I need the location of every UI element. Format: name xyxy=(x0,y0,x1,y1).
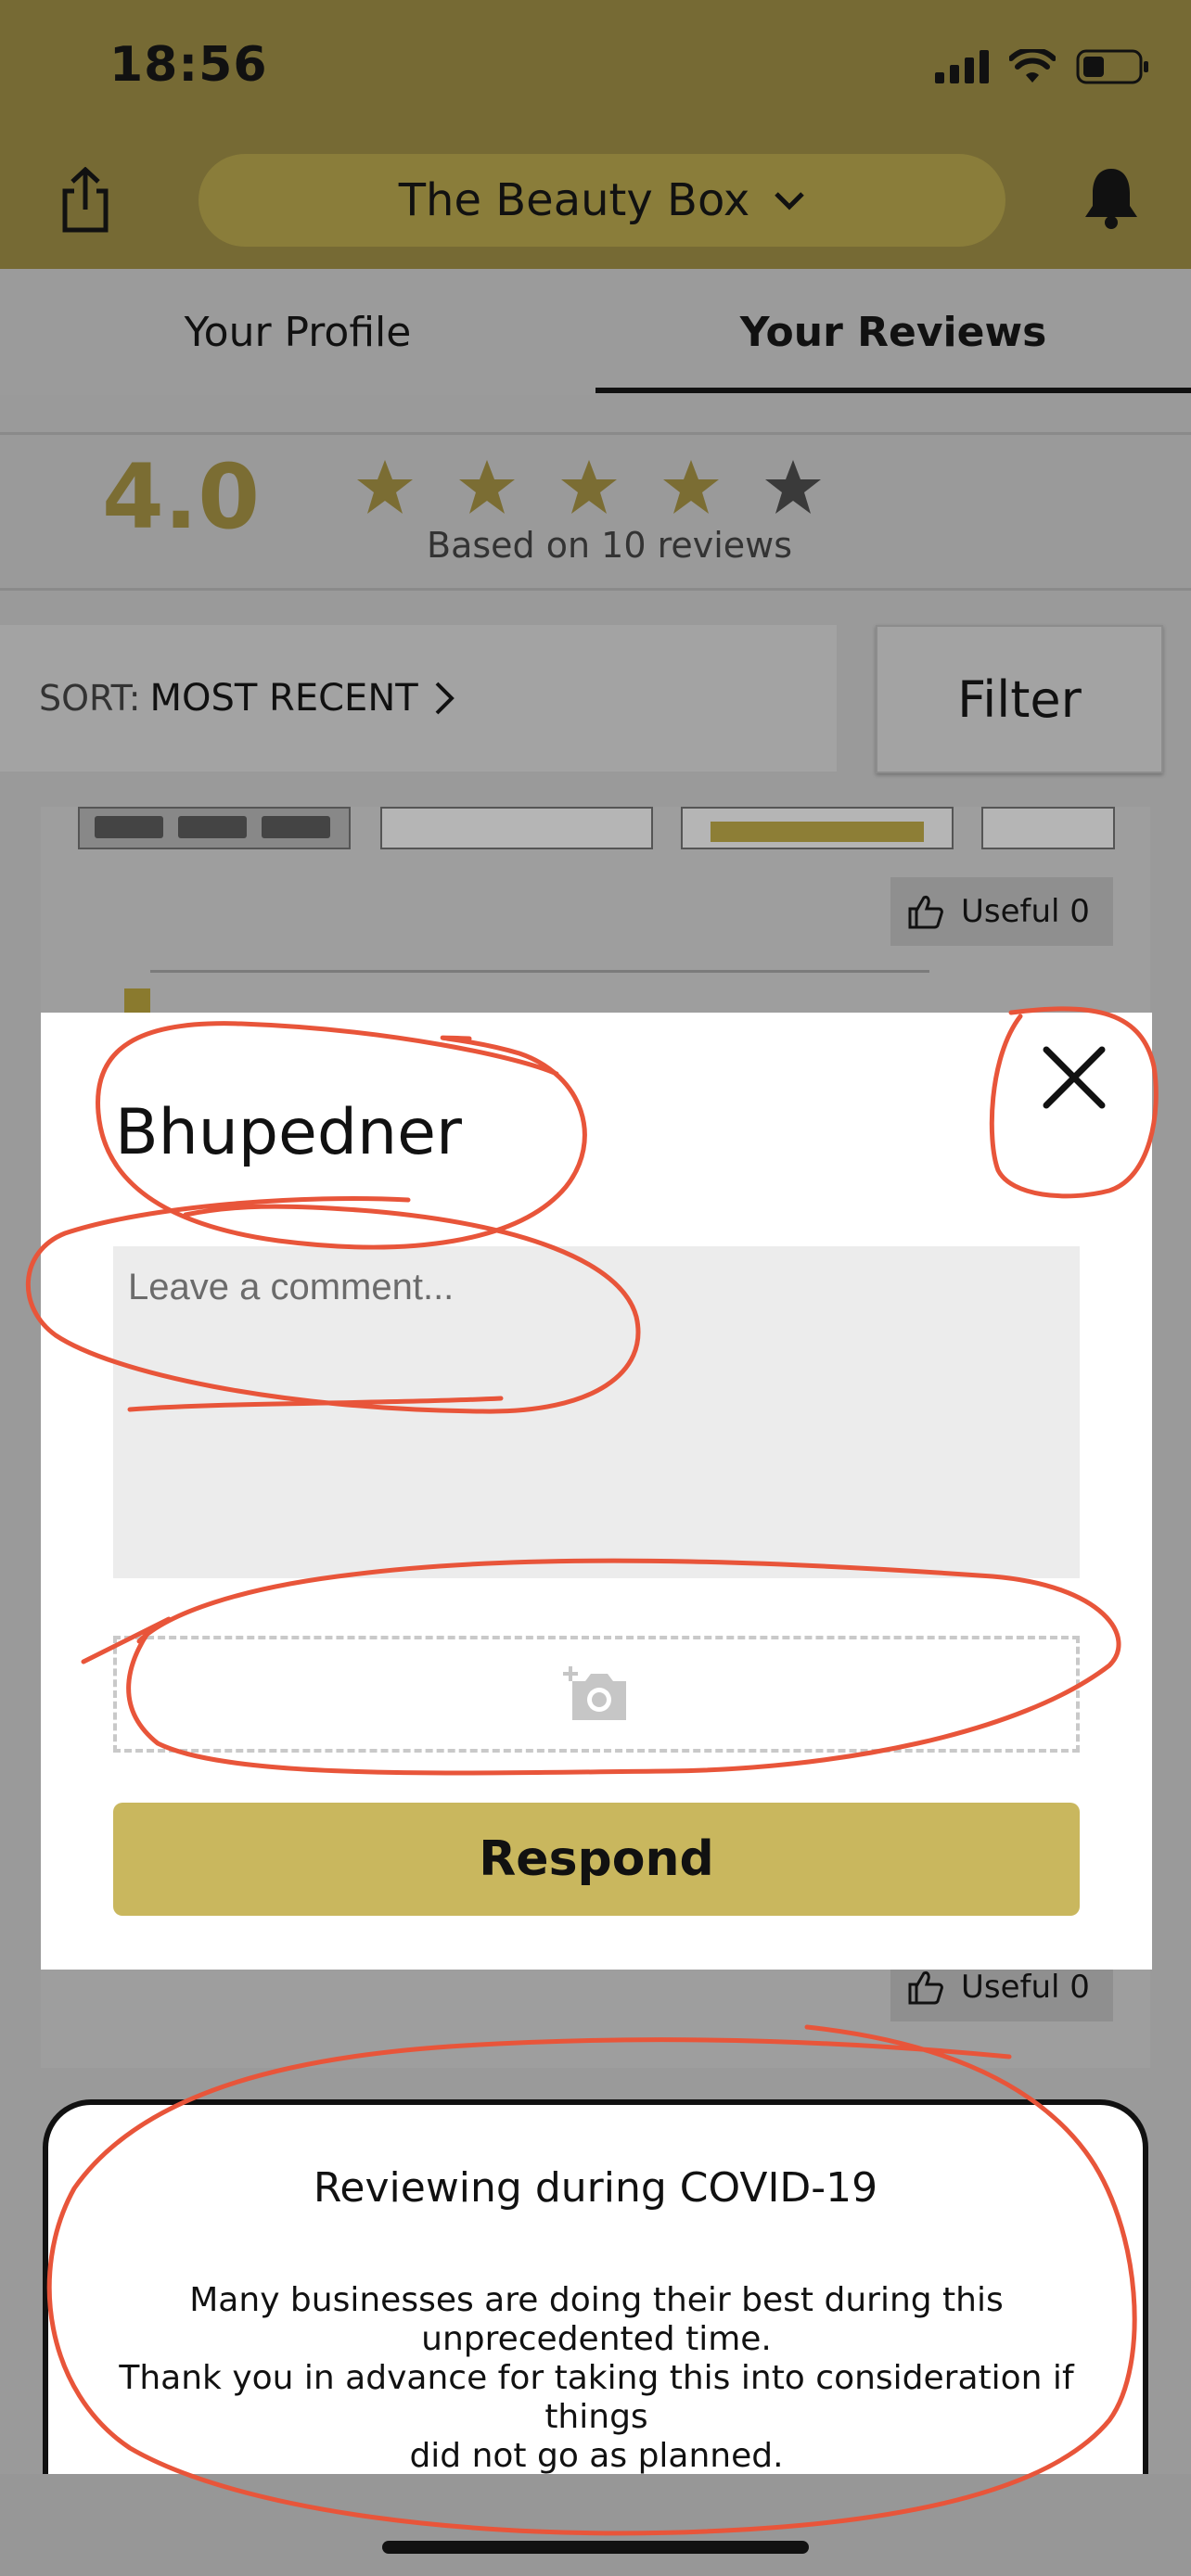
review-photo-thumbnail[interactable] xyxy=(78,807,351,849)
wifi-icon xyxy=(1009,49,1056,83)
respond-button[interactable]: Respond xyxy=(113,1803,1080,1916)
tab-bar: Your Profile Your Reviews xyxy=(0,269,1191,395)
useful-button[interactable]: Useful 0 xyxy=(890,877,1113,946)
divider xyxy=(0,588,1191,591)
thumbs-up-icon xyxy=(908,896,943,929)
covid-info-banner: Reviewing during COVID-19 Many businesse… xyxy=(43,2099,1148,2476)
respond-modal: Bhupedner Respond xyxy=(41,1013,1152,1970)
tab-your-profile[interactable]: Your Profile xyxy=(0,269,596,395)
useful-count: Useful 0 xyxy=(961,893,1090,930)
rating-basis: Based on 10 reviews xyxy=(427,525,793,566)
reviewer-name: Bhupedner xyxy=(115,1096,462,1169)
status-icons xyxy=(935,46,1150,87)
sort-value: MOST RECENT xyxy=(149,677,418,720)
chevron-right-icon xyxy=(435,682,455,715)
thumbs-up-icon xyxy=(908,1971,943,2005)
tab-your-reviews[interactable]: Your Reviews xyxy=(596,269,1191,395)
star-icon xyxy=(357,460,413,514)
banner-title: Reviewing during COVID-19 xyxy=(313,2164,878,2212)
chevron-down-icon xyxy=(775,192,805,210)
camera-add-icon xyxy=(563,1666,626,1720)
sort-label: SORT: xyxy=(39,678,141,719)
filter-button[interactable]: Filter xyxy=(876,625,1163,773)
star-icon xyxy=(459,460,515,514)
signal-icon xyxy=(935,50,989,83)
banner-line: unprecedented time. xyxy=(421,2320,772,2358)
divider xyxy=(150,970,929,973)
useful-count: Useful 0 xyxy=(961,1969,1090,2006)
banner-line: Many businesses are doing their best dur… xyxy=(189,2281,1004,2319)
notifications-button[interactable] xyxy=(1082,165,1141,230)
comment-input[interactable] xyxy=(113,1246,1080,1578)
star-icon xyxy=(765,460,821,514)
share-icon xyxy=(62,166,109,233)
home-indicator[interactable] xyxy=(382,2541,809,2554)
business-selector[interactable]: The Beauty Box xyxy=(198,154,1005,247)
add-photo-button[interactable] xyxy=(113,1636,1080,1753)
star-icon xyxy=(663,460,719,514)
business-name: The Beauty Box xyxy=(398,174,750,226)
review-photo-thumbnail[interactable] xyxy=(681,807,954,849)
banner-body: Many businesses are doing their best dur… xyxy=(82,2281,1111,2476)
rating-value: 4.0 xyxy=(102,445,261,549)
close-icon xyxy=(1043,1046,1106,1109)
status-time: 18:56 xyxy=(109,37,268,93)
banner-line: did not go as planned. xyxy=(409,2437,784,2475)
banner-line: Thank you in advance for taking this int… xyxy=(119,2359,1074,2436)
battery-icon xyxy=(1076,49,1148,84)
avatar xyxy=(124,988,150,1013)
divider xyxy=(0,432,1191,435)
share-button[interactable] xyxy=(56,166,115,234)
star-icon xyxy=(561,460,617,514)
bell-icon xyxy=(1085,169,1137,229)
bottom-area xyxy=(0,2474,1191,2576)
review-photo-thumbnail[interactable] xyxy=(380,807,653,849)
review-photo-thumbnail[interactable] xyxy=(981,807,1115,849)
active-tab-indicator xyxy=(596,388,1191,393)
rating-stars xyxy=(356,458,822,516)
close-button[interactable] xyxy=(1033,1037,1115,1118)
sort-button[interactable]: SORT: MOST RECENT xyxy=(0,625,837,772)
